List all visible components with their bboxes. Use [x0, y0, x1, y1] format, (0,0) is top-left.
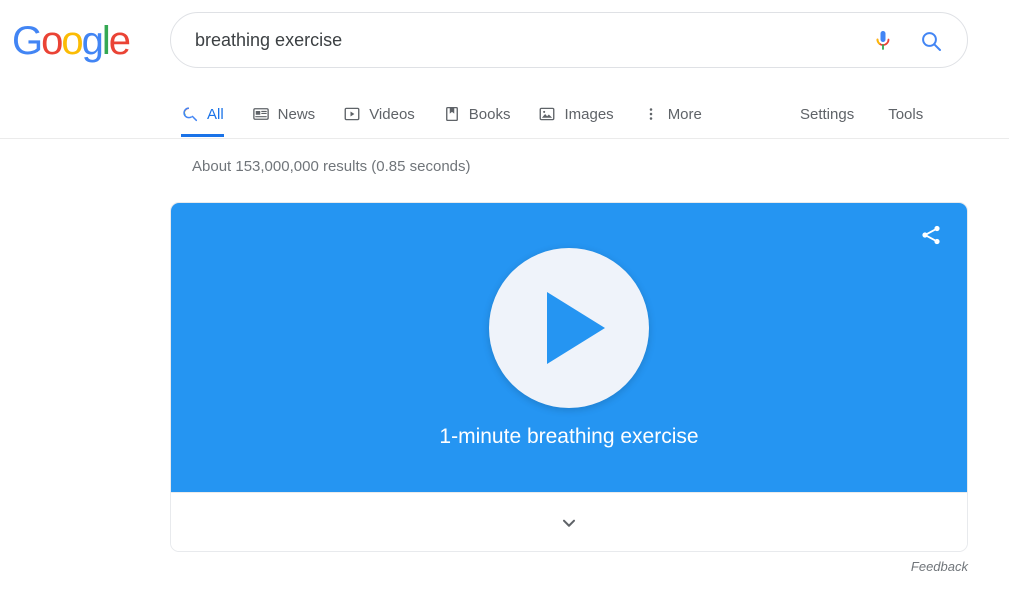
- logo-letter-3: o: [61, 19, 83, 63]
- tab-news-label: News: [277, 105, 316, 123]
- logo-letter-6: e: [108, 19, 131, 63]
- feedback-link[interactable]: Feedback: [911, 559, 968, 574]
- tab-more[interactable]: More: [642, 90, 702, 138]
- play-icon: [547, 292, 605, 364]
- book-icon: [443, 105, 461, 123]
- card-title: 1-minute breathing exercise: [439, 425, 699, 448]
- search-box[interactable]: [170, 12, 968, 68]
- tab-books-label: Books: [468, 105, 511, 123]
- tab-videos-label: Videos: [369, 105, 415, 123]
- tab-videos[interactable]: Videos: [343, 90, 415, 138]
- tab-images[interactable]: Images: [538, 90, 614, 138]
- news-icon: [252, 105, 270, 123]
- result-stats: About 153,000,000 results (0.85 seconds): [192, 158, 471, 175]
- search-results-page: Google breathing exercise All News Video…: [0, 0, 1009, 597]
- tab-images-label: Images: [564, 105, 614, 123]
- microphone-icon[interactable]: [871, 29, 895, 53]
- image-icon: [538, 105, 556, 123]
- more-vertical-icon: [642, 105, 660, 123]
- logo-letter-2: o: [41, 19, 63, 63]
- google-search-icon: [181, 105, 199, 123]
- play-button[interactable]: [489, 248, 649, 408]
- tab-all[interactable]: All: [181, 90, 224, 138]
- search-nav-bar: All News Videos Books Images More Settin…: [0, 90, 1009, 139]
- settings-link[interactable]: Settings: [800, 106, 854, 123]
- google-logo[interactable]: Google: [12, 17, 131, 65]
- logo-letter-5: l: [101, 19, 111, 63]
- tab-news[interactable]: News: [252, 90, 316, 138]
- breathing-exercise-card: 1-minute breathing exercise: [170, 202, 968, 552]
- card-hero: 1-minute breathing exercise: [171, 203, 967, 492]
- card-expand-button[interactable]: [171, 492, 967, 551]
- tab-books[interactable]: Books: [443, 90, 511, 138]
- search-submit-icon[interactable]: [919, 29, 943, 53]
- logo-letter-4: g: [81, 19, 104, 63]
- tab-all-label: All: [207, 105, 224, 123]
- tools-link[interactable]: Tools: [888, 106, 923, 123]
- play-circle: [489, 248, 649, 408]
- search-input[interactable]: [193, 13, 843, 67]
- chevron-down-icon: [558, 512, 580, 534]
- tab-more-label: More: [667, 105, 702, 123]
- video-icon: [343, 105, 361, 123]
- share-icon[interactable]: [919, 223, 943, 247]
- nav-tab-list: All News Videos Books Images More: [181, 90, 730, 138]
- nav-right-links: Settings Tools: [800, 90, 957, 138]
- logo-letter-1: G: [12, 19, 43, 63]
